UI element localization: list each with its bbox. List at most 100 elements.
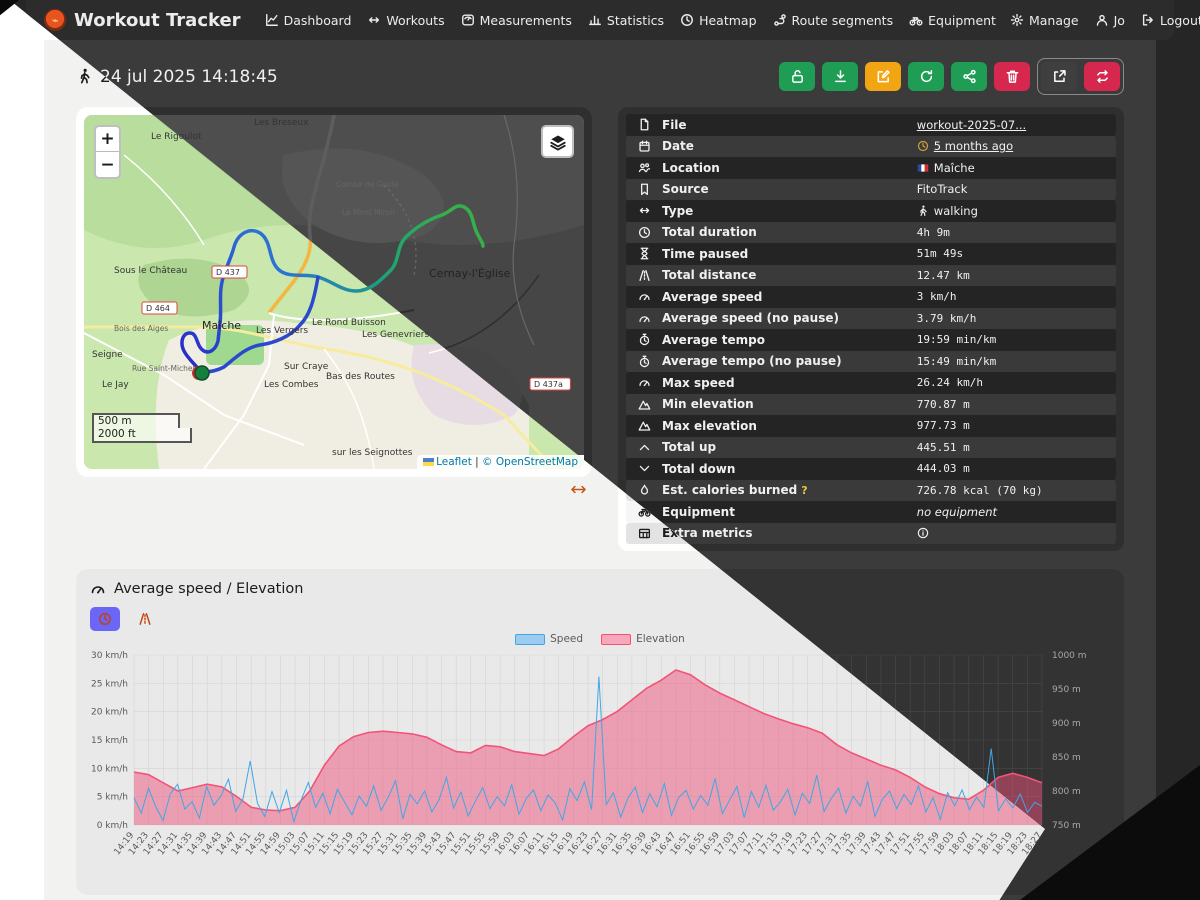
legend-elevation[interactable]: Elevation [601,633,685,645]
mountain-icon [638,398,651,411]
legend-elevation-label: Elevation [636,633,685,645]
detail-value: walking [933,203,978,218]
detail-label: Total distance [662,268,757,283]
export-icon [1052,69,1067,84]
svg-text:950 m: 950 m [1052,685,1081,695]
map-scale: 500 m 2000 ft [92,413,192,443]
detail-value-link[interactable]: workout-2025-07... [917,118,1026,132]
nav-item-measurements[interactable]: Measurements [461,13,572,28]
detail-label: Source [662,182,709,197]
svg-text:0 km/h: 0 km/h [97,821,128,831]
map-resize-handle[interactable] [571,482,586,497]
clock-icon [680,13,694,27]
app-brand[interactable]: ⌁ Workout Tracker [44,9,241,31]
nav-item-label: Manage [1028,12,1079,28]
detail-label: Total up [662,440,717,455]
detail-value: 3 km/h [916,290,957,304]
detail-row-average-tempo: Average tempo 19:59 min/km [626,329,1116,351]
svg-text:D 437a: D 437a [534,380,563,389]
map-layers-button[interactable] [541,125,574,158]
detail-value-cell: 977.73 m [917,419,970,432]
svg-text:1000 m: 1000 m [1052,651,1087,661]
workout-header: 24 jul 2025 14:18:45 [76,48,1124,107]
legend-speed[interactable]: Speed [515,633,583,645]
osm-link[interactable]: © OpenStreetMap [482,456,578,468]
detail-row-total-down: Total down 444.03 m [626,458,1116,480]
detail-label: Extra metrics [662,526,753,541]
nav-item-label: Jo [1113,12,1125,28]
detail-value-link[interactable]: 5 months ago [934,139,1013,153]
time-axis-toggle[interactable] [90,607,120,631]
scale-imperial: 2000 ft [92,428,192,443]
map-place-label: Sous le Château [114,266,187,276]
nav-item-workouts[interactable]: Workouts [367,13,445,28]
zoom-out-button[interactable]: − [96,152,119,177]
leaflet-link[interactable]: Leaflet [436,456,472,468]
detail-row-average-speed-no-pause-: Average speed (no pause) 3.79 km/h [626,307,1116,329]
gauge-icon [638,312,651,325]
nav-item-logout[interactable]: Logout [1141,13,1200,28]
map-place-label: Les Genevriers [362,330,429,340]
detail-value-cell: 26.24 km/h [917,376,983,389]
nav-item-jo[interactable]: Jo [1095,13,1125,28]
repeat-icon [1095,69,1110,84]
nav-item-heatmap[interactable]: Heatmap [680,13,757,28]
detail-value: 19:59 min/km [916,333,997,347]
detail-row-date: Date 5 months ago [626,135,1116,157]
nav-item-dashboard[interactable]: Dashboard [265,13,351,28]
scale-icon [461,13,475,27]
refresh-button[interactable] [908,62,944,91]
detail-row-type: Type walking [626,200,1116,222]
svg-text:850 m: 850 m [1052,753,1081,763]
detail-value: 770.87 m [916,397,970,411]
detail-row-max-elevation: Max elevation 977.73 m [626,415,1116,437]
clock-icon [98,612,112,626]
nav-item-route-segments[interactable]: Route segments [773,13,893,28]
detail-label: Equipment [662,504,735,519]
detail-row-extra-metrics: Extra metrics [626,522,1116,544]
detail-label: Date [662,139,694,154]
bookmark-icon [638,183,651,196]
nav-item-label: Logout [1159,12,1200,28]
map-place-label: Bois des Aiges [114,324,168,333]
detail-value-cell: 726.78 kcal (70 kg) [917,484,1043,497]
road-shield: D 437a [529,377,571,391]
delete-button[interactable] [994,62,1030,91]
detail-value: FitoTrack [916,182,968,197]
elevation-swatch [601,633,632,645]
distance-axis-toggle[interactable] [130,607,160,631]
convert-button[interactable] [1084,62,1120,91]
download-button[interactable] [822,62,858,91]
nav-item-manage[interactable]: Manage [1010,13,1079,28]
help-icon[interactable]: ? [801,484,807,497]
detail-value-cell: 444.03 m [917,462,970,475]
detail-value: 444.03 m [916,462,970,476]
map-place-label: Les Vergers [256,326,308,336]
edit-button[interactable] [865,62,901,91]
nav-item-label: Measurements [479,12,572,28]
route-end-marker[interactable] [194,365,210,381]
export-button[interactable] [1041,62,1077,91]
table-icon [638,527,651,540]
nav-item-label: Statistics [606,12,665,28]
detail-label: Max speed [662,375,735,390]
road-icon [138,612,152,626]
svg-text:25 km/h: 25 km/h [91,679,128,689]
share-button[interactable] [951,62,987,91]
detail-label: Type [662,203,694,218]
nav-item-statistics[interactable]: Statistics [588,13,664,28]
detail-label: Average speed (no pause) [662,311,839,326]
chart-title: Average speed / Elevation [114,581,304,597]
zoom-in-button[interactable]: + [96,127,119,152]
workout-toolbar [779,58,1124,95]
arrows-h-icon [367,13,381,27]
detail-value-cell: 445.51 m [917,441,970,454]
nav-right: Manage Jo Logout [1010,13,1200,28]
unlock-button[interactable] [779,62,815,91]
walk-icon [917,205,929,217]
detail-row-average-speed: Average speed 3 km/h [626,286,1116,308]
svg-text:30 km/h: 30 km/h [91,651,128,661]
nav-item-equipment[interactable]: Equipment [909,13,996,28]
detail-row-est-calories-burned: Est. calories burned? 726.78 kcal (70 kg) [626,479,1116,501]
map-place-label: Les Combes [264,380,319,390]
